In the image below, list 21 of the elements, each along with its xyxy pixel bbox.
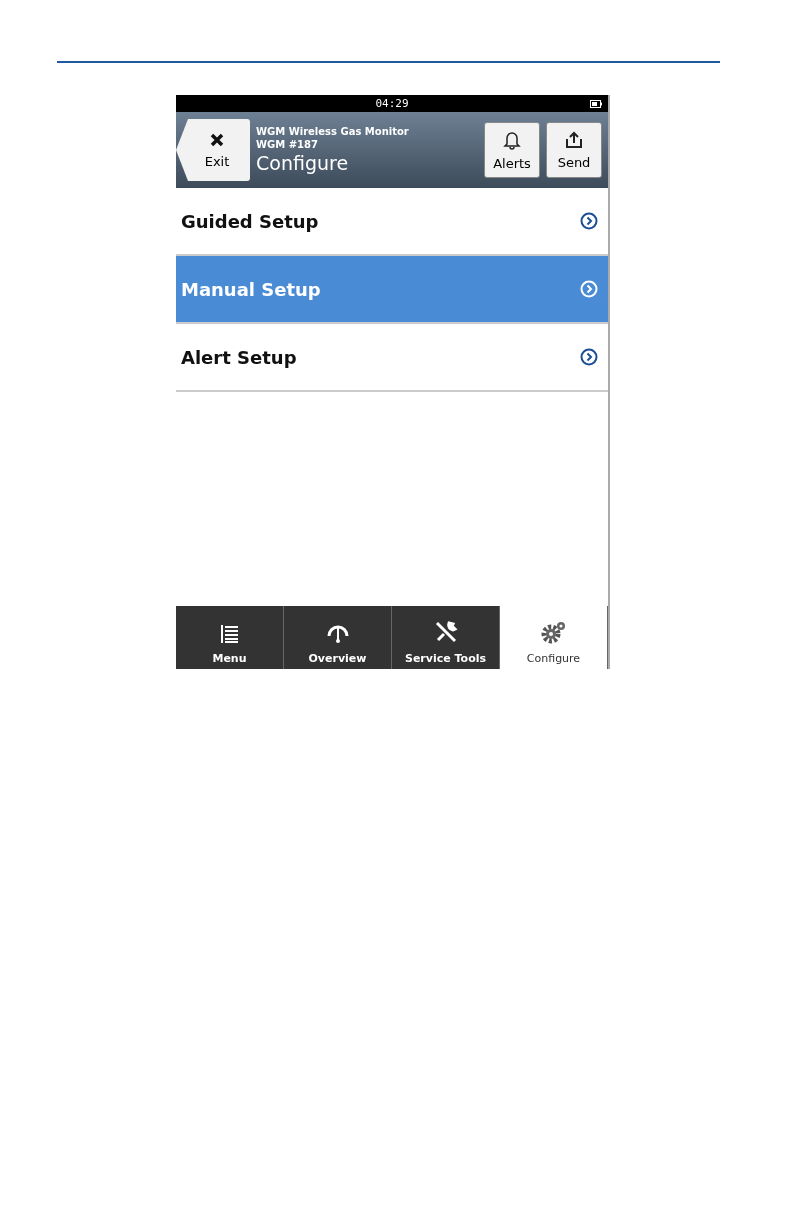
nav-tab[interactable]: Menu: [176, 606, 284, 669]
chevron-circle-icon: [580, 212, 598, 230]
device-name: WGM Wireless Gas Monitor: [256, 124, 410, 138]
nav-tab[interactable]: Overview: [284, 606, 392, 669]
menu-item[interactable]: Manual Setup: [176, 256, 608, 324]
battery-icon: [590, 100, 602, 108]
device-tag: WGM #187: [256, 137, 478, 151]
send-button[interactable]: Send: [546, 122, 602, 178]
clock: 04:29: [375, 97, 409, 110]
exit-button[interactable]: Exit: [176, 119, 250, 181]
bell-icon: [503, 129, 521, 150]
chevron-circle-icon: [580, 348, 598, 366]
nav-tab[interactable]: Service Tools: [392, 606, 500, 669]
alerts-button[interactable]: Alerts: [484, 122, 540, 178]
close-icon: [209, 131, 225, 148]
gears-icon: [540, 620, 567, 644]
screen-title: Configure: [256, 150, 350, 176]
list-icon: [219, 624, 240, 644]
menu-item[interactable]: Alert Setup: [176, 324, 608, 392]
chevron-circle-icon: [580, 280, 598, 298]
upload-icon: [565, 130, 583, 149]
